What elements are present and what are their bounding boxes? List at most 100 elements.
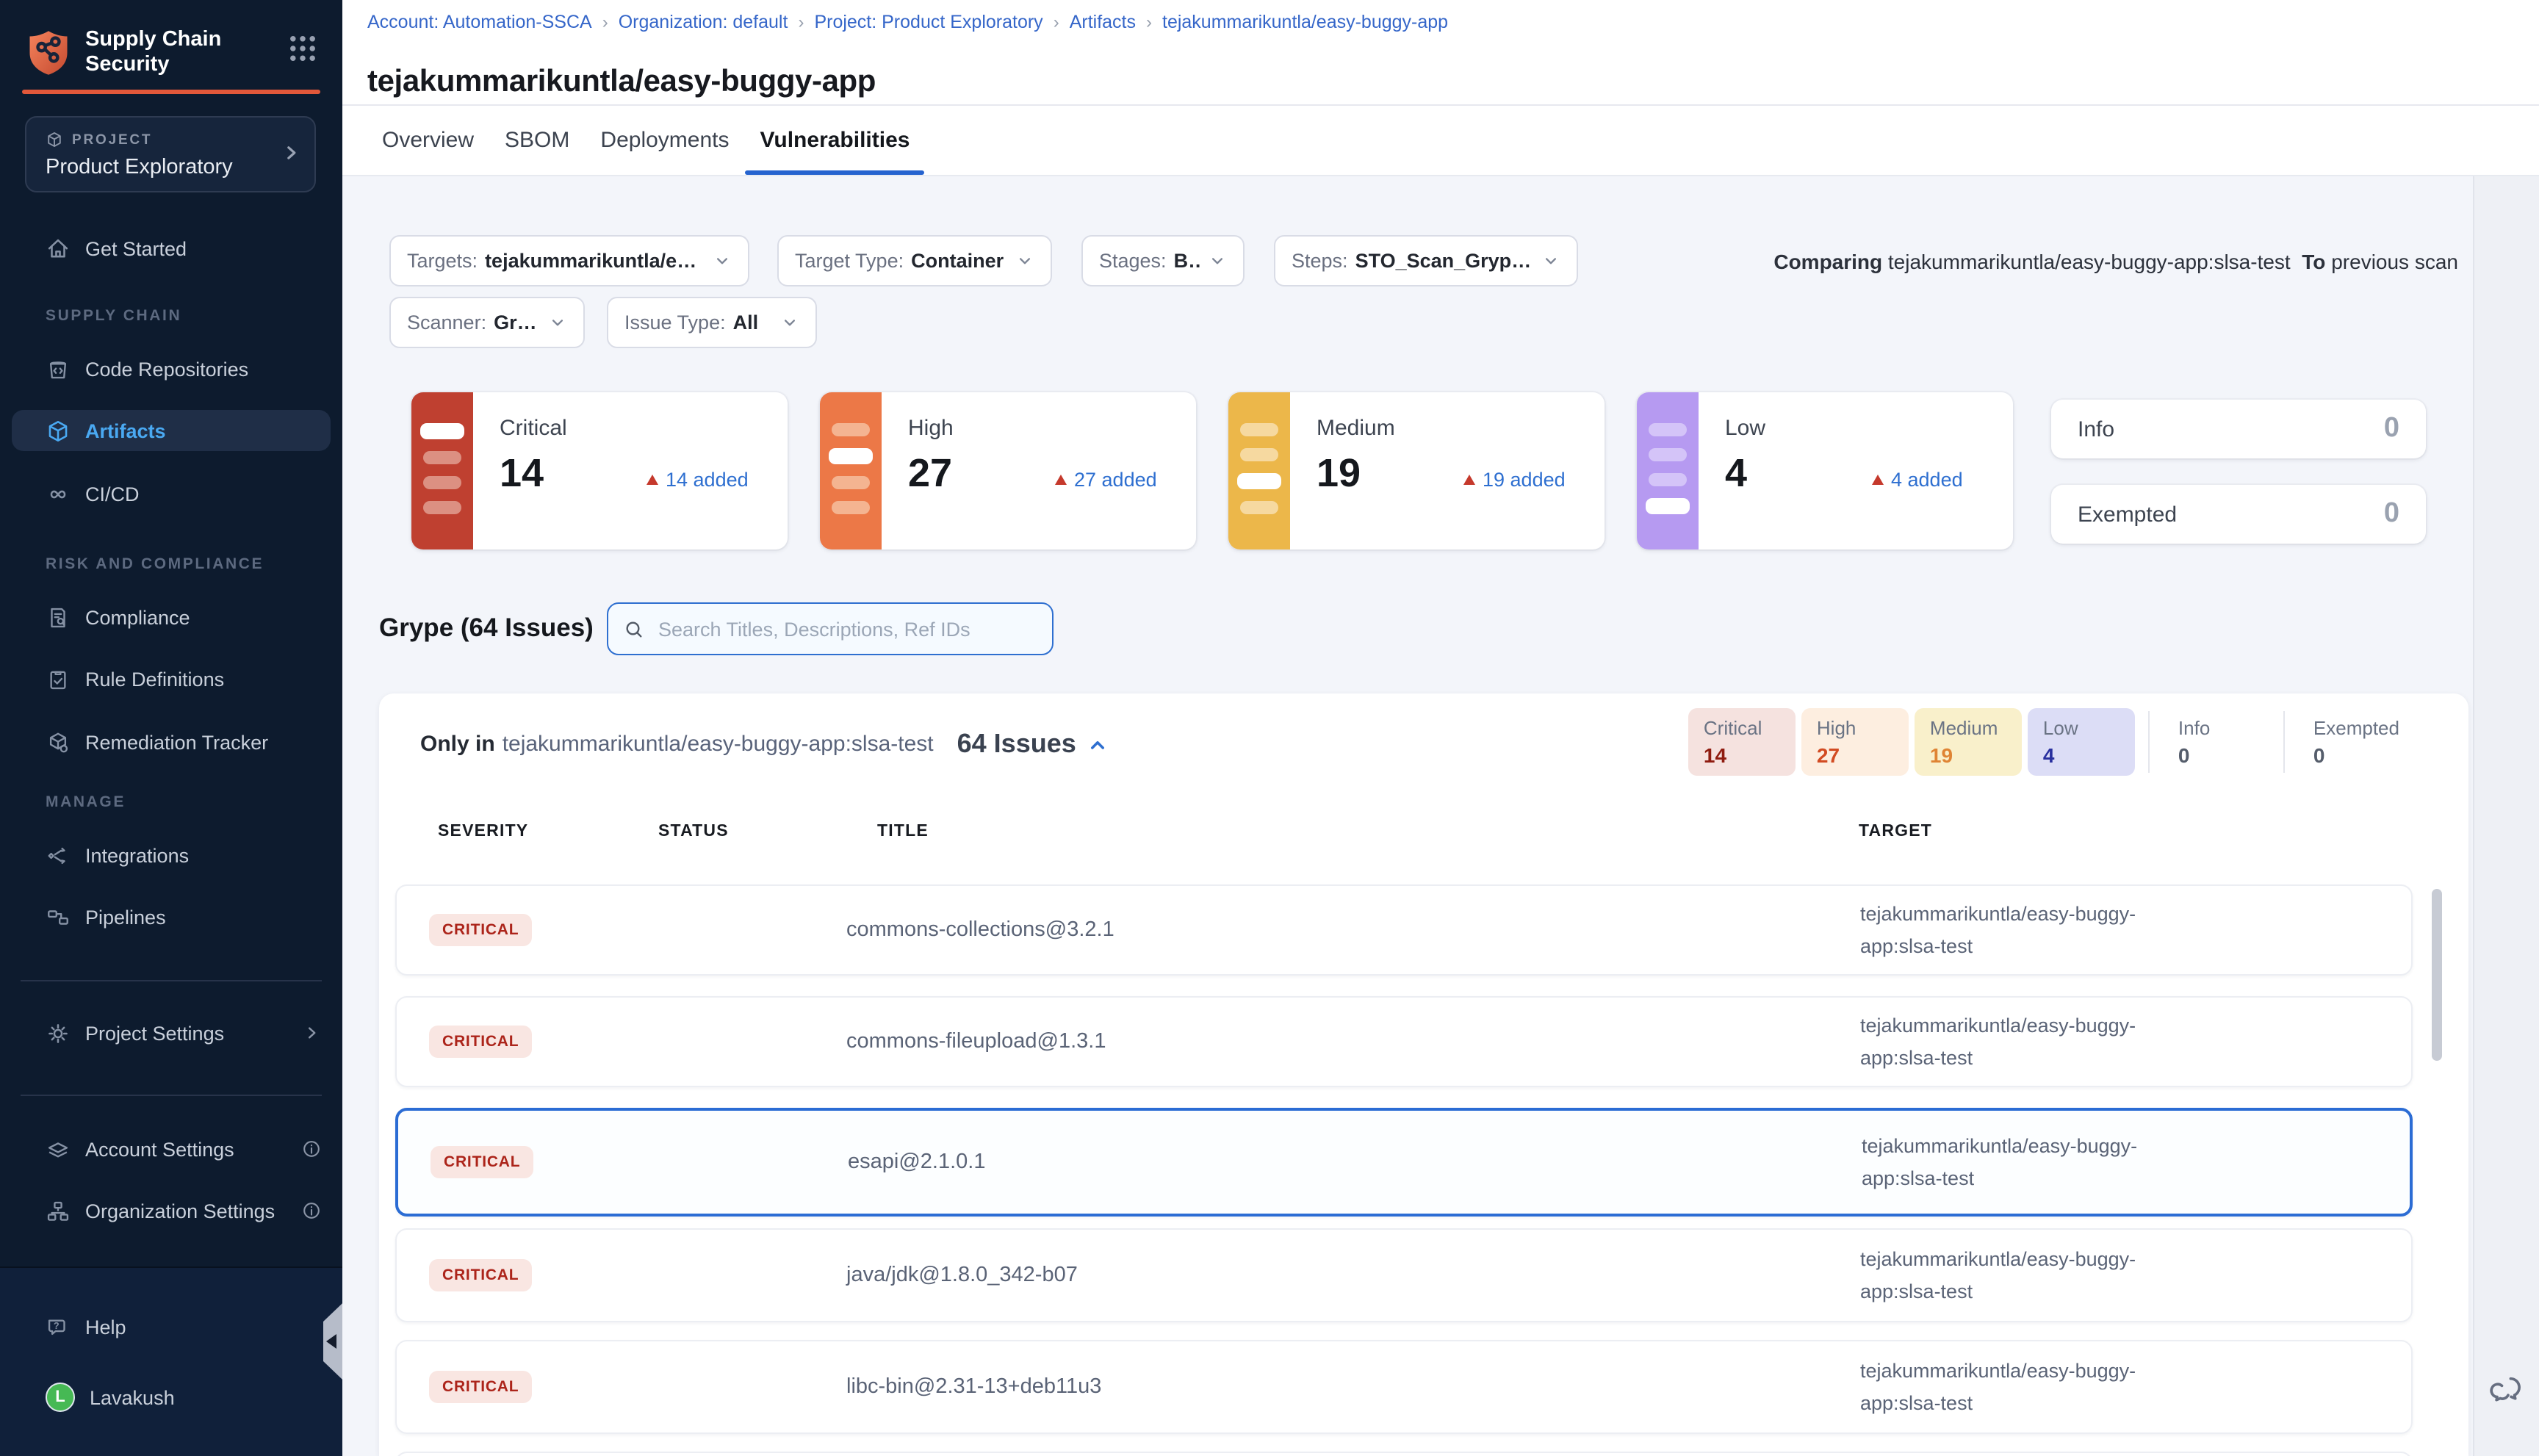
sidebar-item-project-settings[interactable]: Project Settings [0,1012,342,1053]
sidebar-item-label: Rule Definitions [85,668,224,690]
breadcrumb-artifacts[interactable]: Artifacts [1070,12,1136,32]
sidebar-header: Supply Chain Security [24,21,325,85]
chip-low[interactable]: Low4 [2028,708,2136,776]
filter-target-type[interactable]: Target Type: Container [777,235,1052,286]
scrollbar-thumb[interactable] [2432,889,2442,1061]
document-search-icon [46,605,71,630]
issue-target: tejakummarikuntla/easy-buggy-app:slsa-te… [1860,1244,2198,1307]
chip-exempted[interactable]: Exempted0 [2299,708,2414,776]
issue-target: tejakummarikuntla/easy-buggy-app:slsa-te… [1860,1355,2198,1419]
issues-search [607,602,1054,655]
search-input[interactable] [655,616,1037,641]
sidebar-section-manage: MANAGE [46,793,126,811]
breadcrumb-separator: › [602,12,608,32]
sidebar-item-label: Artifacts [85,419,166,442]
supply-chain-security-logo-icon [24,28,73,78]
sidebar-divider [21,1095,322,1096]
sidebar-item-integrations[interactable]: Integrations [0,835,342,876]
issue-row[interactable]: CRITICAL java/jdk@1.8.0_342-b07 tejakumm… [395,1228,2413,1322]
summary-card-critical[interactable]: Critical 14 14 added [411,392,788,549]
sidebar-item-get-started[interactable]: Get Started [0,228,342,269]
issue-target: tejakummarikuntla/easy-buggy-app:slsa-te… [1862,1131,2200,1194]
comparing-label: Comparing tejakummarikuntla/easy-buggy-a… [1773,250,2458,273]
chevron-up-icon[interactable] [1087,732,1110,756]
issues-group-header: Only in tejakummarikuntla/easy-buggy-app… [420,729,1110,760]
sidebar-item-artifacts[interactable]: Artifacts [12,410,331,451]
help-button[interactable]: ? Help [0,1306,342,1347]
project-selector[interactable]: PROJECT Product Exploratory [25,116,316,192]
sidebar: Supply Chain Security PROJECT Product Ex… [0,0,342,1456]
sidebar-item-label: Integrations [85,844,189,866]
summary-card-medium[interactable]: Medium 19 19 added [1228,392,1605,549]
chevron-down-icon [780,313,799,332]
sidebar-divider [21,980,322,981]
added-triangle-icon [1463,475,1475,485]
artifact-box-icon [46,418,71,443]
app-title: Supply Chain Security [85,28,241,78]
chip-divider [2149,711,2150,773]
sidebar-item-pipelines[interactable]: Pipelines [0,896,342,937]
filter-scanner[interactable]: Scanner: Grype [389,297,585,348]
info-circle-icon [301,1200,322,1221]
chip-critical[interactable]: Critical14 [1689,708,1796,776]
issue-row[interactable]: CRITICAL libc-bin@2.31-13+deb11u3 tejaku… [395,1340,2413,1434]
sidebar-item-account-settings[interactable]: Account Settings [0,1128,342,1170]
sidebar-item-organization-settings[interactable]: Organization Settings [0,1190,342,1231]
project-label: PROJECT [72,131,152,148]
breadcrumb-account[interactable]: Account: Automation-SSCA [367,12,592,32]
layers-gear-icon [46,1136,71,1161]
filter-stages[interactable]: Stages: Build [1081,235,1245,286]
issue-row-selected[interactable]: CRITICAL esapi@2.1.0.1 tejakummarikuntla… [395,1108,2413,1217]
app-root: Supply Chain Security PROJECT Product Ex… [0,0,2539,1456]
sidebar-item-label: Code Repositories [85,358,248,380]
tab-deployments[interactable]: Deployments [600,106,729,175]
column-target: TARGET [1859,823,1932,840]
chip-medium[interactable]: Medium19 [1915,708,2023,776]
scanner-issues-heading: Grype (64 Issues) [379,613,594,644]
breadcrumb-artifact-name[interactable]: tejakummarikuntla/easy-buggy-app [1162,12,1448,32]
filter-steps[interactable]: Steps: STO_Scan_Grype_1 [1274,235,1578,286]
infinity-icon [46,481,71,506]
sidebar-item-cicd[interactable]: CI/CD [0,473,342,514]
breadcrumb-project[interactable]: Project: Product Exploratory [814,12,1042,32]
issue-row-partial[interactable] [395,1452,2413,1456]
pipeline-nodes-icon [46,904,71,929]
column-status: STATUS [658,823,729,840]
chip-high[interactable]: High27 [1802,708,1909,776]
issues-panel: Only in tejakummarikuntla/easy-buggy-app… [379,693,2468,1456]
filter-issue-type[interactable]: Issue Type: All [607,297,817,348]
app-grid-icon[interactable] [287,32,319,65]
issue-row[interactable]: CRITICAL commons-collections@3.2.1 tejak… [395,884,2413,976]
issue-row[interactable]: CRITICAL commons-fileupload@1.3.1 tejaku… [395,996,2413,1087]
summary-card-low[interactable]: Low 4 4 added [1637,392,2013,549]
chip-info[interactable]: Info0 [2164,708,2271,776]
sidebar-item-label: Get Started [85,237,187,259]
sidebar-section-supply-chain: SUPPLY CHAIN [46,307,181,325]
sidebar-item-label: CI/CD [85,483,140,505]
sidebar-item-compliance[interactable]: Compliance [0,597,342,638]
tabs-bar: Overview SBOM Deployments Vulnerabilitie… [342,106,2539,176]
summary-card-high[interactable]: High 27 27 added [820,392,1196,549]
tab-overview[interactable]: Overview [382,106,474,175]
breadcrumb-separator: › [1054,12,1059,32]
sidebar-item-label: Account Settings [85,1138,234,1160]
chat-bubbles-icon[interactable] [2488,1372,2526,1410]
breadcrumb-organization[interactable]: Organization: default [619,12,788,32]
tab-sbom[interactable]: SBOM [505,106,569,175]
chevron-right-icon [279,141,303,165]
help-label: Help [85,1316,126,1338]
added-triangle-icon [1872,475,1884,485]
chevron-right-icon [301,1023,322,1043]
sidebar-item-remediation-tracker[interactable]: Remediation Tracker [0,721,342,763]
page-title: tejakummarikuntla/easy-buggy-app [367,65,876,100]
sidebar-item-code-repositories[interactable]: Code Repositories [0,348,342,389]
sidebar-item-rule-definitions[interactable]: Rule Definitions [0,658,342,699]
summary-card-info[interactable]: Info 0 [2051,400,2426,458]
breadcrumb-separator: › [1146,12,1152,32]
filter-targets[interactable]: Targets: tejakummarikuntla/easy... [389,235,749,286]
severity-strip-icon [1637,392,1699,549]
summary-card-exempted[interactable]: Exempted 0 [2051,485,2426,544]
tab-vulnerabilities[interactable]: Vulnerabilities [760,106,910,175]
user-menu[interactable]: L Lavakush [0,1377,342,1418]
issue-target: tejakummarikuntla/easy-buggy-app:slsa-te… [1860,1010,2198,1073]
